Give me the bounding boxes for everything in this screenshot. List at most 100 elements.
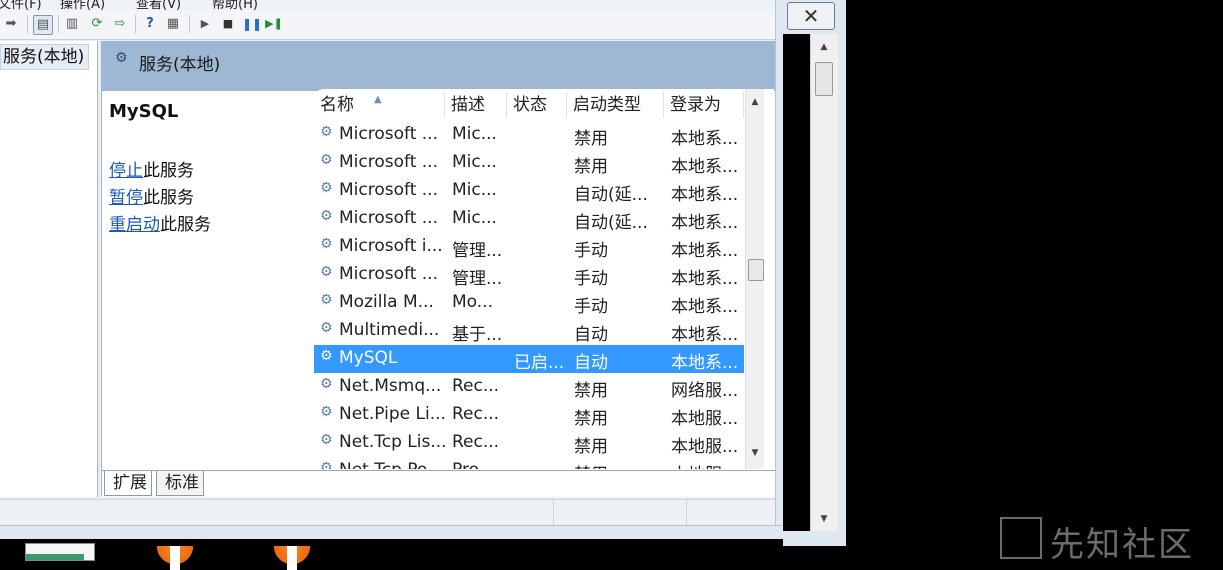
console-tree: 服务(本地): [0, 41, 98, 497]
cell-log-on-as: 本地系...: [671, 129, 739, 149]
scroll-thumb[interactable]: [748, 259, 764, 281]
status-separator: [553, 500, 554, 526]
cell-description: Rec...: [452, 376, 500, 396]
scroll-up-arrow-icon[interactable]: ▲: [746, 97, 764, 107]
table-row[interactable]: ⚙ Microsoft ... Mic... 禁用 本地系...: [314, 121, 744, 149]
services-list-scrollbar[interactable]: ▲ ▼: [745, 89, 764, 469]
tab-extended[interactable]: 扩展: [104, 471, 152, 496]
tab-standard[interactable]: 标准: [156, 471, 204, 496]
cell-log-on-as: 本地系...: [671, 241, 739, 261]
toolbar-separator: [27, 15, 28, 33]
column-header-name[interactable]: 名称 ▲: [314, 92, 445, 118]
stop-service-action: 停止此服务: [109, 156, 194, 181]
scroll-up-arrow-icon[interactable]: ▲: [815, 42, 833, 52]
show-hide-console-tree-icon[interactable]: ▤: [33, 15, 53, 35]
service-gear-icon: ⚙: [320, 208, 333, 224]
stop-service-link[interactable]: 停止: [109, 161, 143, 181]
table-row[interactable]: ⚙ Microsoft ... Mic... 禁用 本地系...: [314, 149, 744, 177]
cell-name: Net.Pipe Li...: [339, 404, 446, 424]
column-header-description[interactable]: 描述: [445, 92, 507, 118]
cell-log-on-as: 本地系...: [671, 325, 739, 345]
cell-startup-type: 自动: [574, 325, 608, 345]
scroll-down-arrow-icon[interactable]: ▼: [815, 514, 833, 524]
cell-description: Mic...: [452, 208, 497, 228]
help-icon[interactable]: ?: [141, 15, 159, 33]
cell-log-on-as: 本地系...: [671, 213, 739, 233]
action-suffix: 此服务: [143, 161, 194, 181]
table-row[interactable]: ⚙ Microsoft ... Mic... 自动(延... 本地系...: [314, 177, 744, 205]
forward-arrow-icon[interactable]: ➡: [2, 15, 20, 33]
table-row[interactable]: ⚙ Microsoft ... Mic... 自动(延... 本地系...: [314, 205, 744, 233]
cell-name: Net.Tcp Lis...: [339, 432, 447, 452]
refresh-icon[interactable]: ⟳: [88, 15, 106, 33]
stop-service-icon[interactable]: ■: [219, 15, 237, 33]
cell-name: Net.Msmq...: [339, 376, 442, 396]
cell-log-on-as: 本地系...: [671, 157, 739, 177]
cell-description: Mo...: [452, 292, 493, 312]
column-header-startup-type[interactable]: 启动类型: [567, 92, 664, 118]
service-gear-icon: ⚙: [320, 180, 333, 196]
restart-service-link[interactable]: 重启动: [109, 215, 160, 235]
taskbar-app-icon[interactable]: [143, 546, 207, 570]
service-gear-icon: ⚙: [320, 376, 333, 392]
cell-name: Microsoft ...: [339, 124, 438, 144]
page-title: 服务(本地): [139, 55, 221, 75]
cell-log-on-as: 本地系...: [671, 297, 739, 317]
toolbar-separator: [189, 15, 190, 33]
tree-item-services-local[interactable]: 服务(本地): [0, 44, 90, 70]
column-header-label: 名称: [320, 95, 354, 115]
progress-bar: [26, 554, 84, 560]
action-suffix: 此服务: [160, 215, 211, 235]
content-header: ⚙ 服务(本地): [102, 41, 775, 91]
restart-service-icon[interactable]: ▶❚: [265, 15, 283, 33]
cell-name: Microsoft ...: [339, 208, 438, 228]
pause-service-link[interactable]: 暂停: [109, 188, 143, 208]
cell-startup-type: 自动(延...: [574, 213, 648, 233]
table-row[interactable]: ⚙ Multimedi... 基于... 自动 本地系...: [314, 317, 744, 345]
scroll-down-arrow-icon[interactable]: ▼: [746, 448, 764, 458]
table-row[interactable]: ⚙ Net.Tcp Po... Pro... 禁用本地服...: [314, 457, 744, 469]
cell-description: Pro...: [452, 460, 508, 469]
cell-startup-type: 手动: [574, 297, 608, 317]
table-row[interactable]: ⚙ Net.Pipe Li... Rec... 禁用 本地服...: [314, 401, 744, 429]
table-row[interactable]: ⚙ Net.Msmq... Rec... 禁用 网络服...: [314, 373, 744, 401]
service-gear-icon: ⚙: [320, 348, 333, 364]
service-gear-icon: ⚙: [320, 404, 333, 420]
close-icon[interactable]: ✕: [787, 2, 835, 30]
start-service-icon[interactable]: ▶: [196, 15, 214, 33]
cell-name: Microsoft ...: [339, 152, 438, 172]
table-row[interactable]: ⚙ MySQL 已启... 自动 本地系...: [314, 345, 744, 373]
service-gear-icon: ⚙: [320, 236, 333, 252]
cell-name: Microsoft i...: [339, 236, 443, 256]
table-row[interactable]: ⚙ Mozilla M... Mo... 手动 本地系...: [314, 289, 744, 317]
background-window-scrollbar[interactable]: ▲ ▼: [810, 34, 838, 531]
cell-startup-type: 自动(延...: [574, 185, 648, 205]
table-row[interactable]: ⚙ Microsoft ... 管理... 手动 本地系...: [314, 261, 744, 289]
properties-icon[interactable]: ▥: [63, 15, 81, 33]
cell-name: Net.Tcp Po...: [339, 460, 447, 469]
column-header-log-on-as[interactable]: 登录为: [664, 92, 744, 118]
show-action-pane-icon[interactable]: ▦: [164, 15, 182, 33]
cell-startup-type: 禁用: [574, 409, 608, 429]
taskbar-item[interactable]: [25, 543, 95, 561]
table-row[interactable]: ⚙ Net.Tcp Lis... Rec... 禁用 本地服...: [314, 429, 744, 457]
pause-service-icon[interactable]: ❚❚: [242, 15, 262, 33]
cell-description: 管理...: [452, 241, 503, 261]
cell-startup-type: 禁用: [574, 437, 608, 457]
cell-name: Microsoft ...: [339, 264, 438, 284]
sort-ascending-icon: ▲: [374, 94, 382, 105]
taskbar-app-icon[interactable]: [260, 546, 324, 570]
cell-name: MySQL: [339, 348, 398, 368]
cell-name: Mozilla M...: [339, 292, 434, 312]
toolbar: ➡ ▤ ▥ ⟳ ⇨ ? ▦ ▶ ■ ❚❚ ▶❚: [0, 10, 775, 40]
table-row[interactable]: ⚙ Microsoft i... 管理... 手动 本地系...: [314, 233, 744, 261]
cell-log-on-as: 本地服...: [671, 409, 739, 429]
background-window-content: [783, 34, 810, 531]
services-icon: ⚙: [115, 50, 128, 66]
cell-status: 已启...: [514, 353, 565, 373]
extended-description-panel: MySQL 停止此服务 暂停此服务 重启动此服务: [102, 91, 307, 471]
scroll-thumb[interactable]: [815, 62, 833, 96]
export-list-icon[interactable]: ⇨: [111, 15, 129, 33]
column-header-status[interactable]: 状态: [507, 92, 567, 118]
status-bar: [0, 499, 775, 526]
